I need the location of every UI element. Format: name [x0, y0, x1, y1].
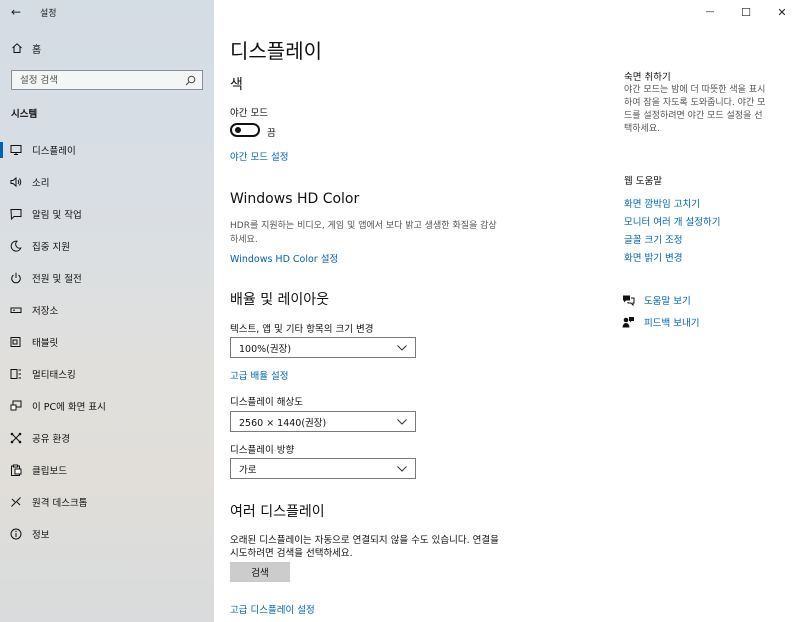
- chevron-down-icon: [397, 464, 407, 474]
- hdr-heading: Windows HD Color: [230, 191, 360, 207]
- sidebar-item-label: 디스플레이: [32, 146, 76, 157]
- night-light-settings-link[interactable]: 야간 모드 설정: [230, 149, 288, 163]
- sleep-heading: 숙면 취하기: [624, 72, 671, 83]
- help-link-font-size[interactable]: 글꼴 크기 조정: [624, 232, 682, 246]
- search-icon[interactable]: [184, 74, 196, 86]
- night-light-state: 끔: [267, 128, 276, 139]
- sidebar-item-label: 공유 환경: [32, 434, 70, 445]
- scale-dropdown[interactable]: 100%(권장): [230, 337, 416, 358]
- sidebar-item-label: 멀티태스킹: [32, 370, 76, 381]
- chevron-down-icon: [397, 417, 407, 427]
- sleep-description-line1: 야간 모드는 밤에 더 따뜻한 색을 표시: [624, 85, 766, 95]
- sidebar-item-display[interactable]: 디스플레이: [0, 134, 214, 166]
- shared-experiences-icon: [0, 432, 32, 444]
- main-content: 디스플레이 색 야간 모드 끔 야간 모드 설정 Windows HD Colo…: [214, 0, 800, 622]
- scale-layout-heading: 배율 및 레이아웃: [230, 292, 330, 308]
- sidebar-item-about[interactable]: 정보: [0, 518, 214, 550]
- sidebar-item-power[interactable]: 전원 및 절전: [0, 262, 214, 294]
- remote-desktop-icon: [0, 496, 32, 508]
- notification-icon: [0, 208, 32, 220]
- sidebar: ← 설정 홈 시스템 디스플레이 소리: [0, 0, 214, 622]
- back-arrow-icon: ←: [10, 5, 22, 19]
- sidebar-item-label: 정보: [32, 530, 50, 541]
- sidebar-item-clipboard[interactable]: 클립보드: [0, 454, 214, 486]
- tablet-icon: [0, 336, 32, 348]
- sidebar-item-label: 알림 및 작업: [32, 210, 82, 221]
- feedback-label: 피드백 보내기: [644, 318, 700, 329]
- sidebar-item-notifications[interactable]: 알림 및 작업: [0, 198, 214, 230]
- project-icon: [0, 400, 32, 412]
- multiple-displays-heading: 여러 디스플레이: [230, 504, 325, 520]
- sidebar-item-storage[interactable]: 저장소: [0, 294, 214, 326]
- sidebar-item-sound[interactable]: 소리: [0, 166, 214, 198]
- night-light-toggle[interactable]: [230, 123, 260, 137]
- web-help-heading: 웹 도움말: [624, 176, 662, 187]
- resolution-value: 2560 × 1440(권장): [239, 417, 327, 429]
- feedback-icon: [622, 315, 638, 329]
- settings-search[interactable]: [11, 70, 203, 90]
- back-button[interactable]: ←: [0, 0, 32, 24]
- moon-icon: [0, 240, 32, 252]
- sidebar-item-label: 소리: [32, 178, 50, 189]
- help-chat-icon: [622, 293, 638, 307]
- app-title: 설정: [40, 8, 57, 19]
- sidebar-item-label: 클립보드: [32, 466, 67, 477]
- home-label: 홈: [32, 44, 42, 56]
- titlebar-left: ← 설정: [0, 0, 214, 24]
- monitor-icon: [0, 144, 32, 156]
- home-icon: [2, 42, 32, 54]
- sidebar-nav: 디스플레이 소리 알림 및 작업 집중 지원 전원 및 절전 저장소 태블릿 멀…: [0, 134, 214, 550]
- sidebar-item-tablet[interactable]: 태블릿: [0, 326, 214, 358]
- multiple-displays-desc-line2: 시도하려면 검색을 선택하세요.: [230, 548, 353, 559]
- help-link-fix-flicker[interactable]: 화면 깜박임 고치기: [624, 196, 700, 210]
- color-heading: 색: [230, 77, 243, 93]
- section-label-system: 시스템: [11, 109, 38, 120]
- sidebar-item-focus-assist[interactable]: 집중 지원: [0, 230, 214, 262]
- resolution-dropdown[interactable]: 2560 × 1440(권장): [230, 411, 416, 432]
- sidebar-item-label: 원격 데스크톱: [32, 498, 88, 509]
- night-light-label: 야간 모드: [230, 108, 268, 119]
- clipboard-icon: [0, 464, 32, 476]
- sidebar-item-projecting[interactable]: 이 PC에 화면 표시: [0, 390, 214, 422]
- sidebar-item-label: 이 PC에 화면 표시: [32, 402, 106, 413]
- toggle-knob: [235, 127, 241, 133]
- hdr-description-line1: HDR를 지원하는 비디오, 게임 및 앱에서 보다 밝고 생생한 화질을 감상: [230, 221, 497, 231]
- page-title: 디스플레이: [230, 39, 322, 63]
- sleep-description-line3: 드를 설정하려면 야간 모드 설정을 선: [624, 111, 763, 121]
- get-help-label: 도움말 보기: [644, 296, 691, 307]
- chevron-down-icon: [397, 343, 407, 353]
- home-nav-item[interactable]: 홈: [0, 38, 214, 58]
- speaker-icon: [0, 176, 32, 188]
- sleep-description-line4: 택하세요.: [624, 124, 660, 134]
- hdr-settings-link[interactable]: Windows HD Color 설정: [230, 251, 338, 265]
- sidebar-item-label: 집중 지원: [32, 242, 70, 253]
- feedback-link[interactable]: 피드백 보내기: [622, 315, 699, 329]
- get-help-link[interactable]: 도움말 보기: [622, 293, 691, 307]
- scale-value: 100%(권장): [239, 343, 292, 355]
- orientation-value: 가로: [239, 464, 257, 476]
- info-icon: [0, 528, 32, 540]
- power-icon: [0, 272, 32, 284]
- storage-icon: [0, 304, 32, 316]
- sidebar-item-remote-desktop[interactable]: 원격 데스크톱: [0, 486, 214, 518]
- orientation-label: 디스플레이 방향: [230, 445, 295, 456]
- hdr-description-line2: 하세요.: [230, 235, 258, 245]
- help-link-brightness[interactable]: 화면 밝기 변경: [624, 250, 682, 264]
- resolution-label: 디스플레이 해상도: [230, 397, 303, 408]
- sidebar-item-multitasking[interactable]: 멀티태스킹: [0, 358, 214, 390]
- multiple-displays-desc-line1: 오래된 디스플레이는 자동으로 연결되지 않을 수도 있습니다. 연결을: [230, 535, 499, 546]
- advanced-display-settings-link[interactable]: 고급 디스플레이 설정: [230, 602, 315, 616]
- advanced-scaling-link[interactable]: 고급 배율 설정: [230, 368, 288, 382]
- sleep-description-line2: 하여 잠을 자도록 도와줍니다. 야간 모: [624, 98, 766, 108]
- sidebar-item-label: 저장소: [32, 306, 59, 317]
- orientation-dropdown[interactable]: 가로: [230, 458, 416, 479]
- sidebar-item-shared-experiences[interactable]: 공유 환경: [0, 422, 214, 454]
- sidebar-item-label: 태블릿: [32, 338, 59, 349]
- multitasking-icon: [0, 368, 32, 380]
- sidebar-item-label: 전원 및 절전: [32, 274, 82, 285]
- scale-label: 텍스트, 앱 및 기타 항목의 크기 변경: [230, 324, 374, 335]
- detect-button[interactable]: 검색: [230, 562, 290, 582]
- search-input[interactable]: [20, 74, 184, 86]
- help-link-multiple-monitors[interactable]: 모니터 여러 개 설정하기: [624, 214, 720, 228]
